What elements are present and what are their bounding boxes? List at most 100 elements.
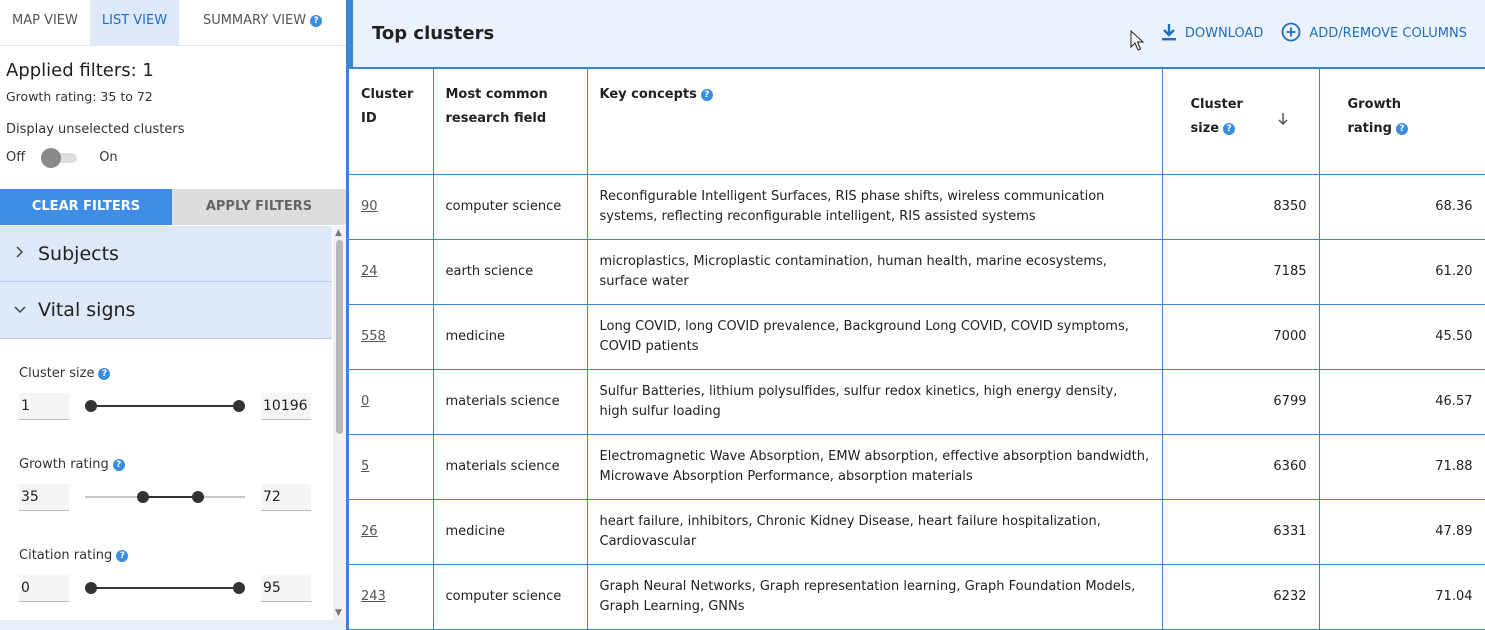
clear-filters-button[interactable]: CLEAR FILTERS	[0, 189, 172, 225]
help-icon[interactable]: ?	[700, 88, 713, 101]
tab-summary-view[interactable]: SUMMARY VIEW?	[179, 0, 346, 46]
help-icon[interactable]: ?	[112, 458, 125, 471]
display-unselected-toggle[interactable]	[41, 148, 79, 168]
help-icon[interactable]: ?	[1223, 122, 1236, 135]
slider-thumb-high[interactable]	[233, 582, 245, 594]
clusters-header: Top clusters DOWNLOAD ADD/REMOVE COLUMNS	[346, 0, 1485, 67]
column-header-key-concepts[interactable]: Key concepts?	[586, 67, 1163, 175]
table-header-row: Cluster ID Most common research field Key …	[349, 67, 1485, 175]
help-icon[interactable]: ?	[1395, 122, 1408, 135]
slider-label-text: Citation rating	[19, 548, 113, 563]
column-header-growth-rating[interactable]: Growth rating?	[1318, 67, 1485, 175]
cluster-id-link[interactable]: 26	[361, 524, 378, 539]
slider-growth-rating: Growth rating?	[19, 457, 311, 548]
table-row: 243 computer science Graph Neural Networks…	[349, 563, 1485, 630]
scroll-down-icon[interactable]: ▼	[335, 608, 342, 618]
slider-active-range	[91, 405, 239, 407]
applied-filters-detail: Growth rating: 35 to 72	[6, 89, 153, 104]
slider-thumb-high[interactable]	[191, 491, 204, 503]
scroll-up-icon[interactable]: ▲	[335, 228, 342, 238]
download-button[interactable]: DOWNLOAD	[1161, 23, 1263, 45]
cell-cluster-size: 6232	[1161, 563, 1320, 630]
citation-rating-min-input[interactable]	[19, 574, 69, 602]
slider-row	[19, 392, 311, 420]
cluster-id-link[interactable]: 243	[361, 589, 386, 604]
cell-cluster-size: 6331	[1161, 498, 1320, 565]
header-text: Key concepts	[599, 87, 697, 102]
filter-accordion: Subjects Vital signs	[0, 226, 332, 339]
slider-thumb-high[interactable]	[233, 400, 245, 412]
filter-scrollbar[interactable]: ▲ ▼	[333, 226, 346, 620]
view-tabs: MAP VIEW LIST VIEW SUMMARY VIEW?	[0, 0, 346, 46]
cluster-id-link[interactable]: 558	[361, 329, 386, 344]
add-remove-columns-button[interactable]: ADD/REMOVE COLUMNS	[1281, 22, 1467, 46]
cluster-id-link[interactable]: 0	[361, 394, 369, 409]
toggle-off-label: Off	[6, 149, 26, 165]
accordion-subjects[interactable]: Subjects	[0, 226, 332, 282]
cluster-size-max-input[interactable]	[261, 392, 311, 420]
header-text: ID	[361, 111, 377, 126]
help-icon[interactable]: ?	[98, 367, 111, 380]
header-text: Most common	[445, 87, 548, 102]
sort-descending-icon[interactable]	[1277, 111, 1289, 135]
cell-cluster-size: 6360	[1161, 433, 1320, 500]
citation-rating-max-input[interactable]	[261, 574, 311, 602]
slider-label: Citation rating?	[19, 548, 311, 566]
range-slider[interactable]	[85, 489, 245, 505]
cell-cluster-size: 7000	[1161, 303, 1320, 370]
table-row: 0 materials science Sulfur Batteries, lith…	[349, 368, 1485, 435]
cell-cluster-id: 24	[349, 238, 434, 305]
cell-key-concepts: Reconfigurable Intelligent Surfaces, RIS…	[586, 173, 1163, 240]
mouse-cursor-icon	[1130, 29, 1145, 56]
growth-rating-min-input[interactable]	[19, 483, 69, 511]
range-slider[interactable]	[85, 398, 245, 414]
slider-cluster-size: Cluster size?	[19, 366, 311, 457]
add-circle-icon	[1281, 22, 1301, 46]
growth-rating-max-input[interactable]	[261, 483, 311, 511]
help-icon[interactable]: ?	[310, 14, 323, 27]
table-row: 90 computer science Reconfigurable Intelli…	[349, 173, 1485, 240]
cell-cluster-id: 26	[349, 498, 434, 565]
column-header-research-field[interactable]: Most common research field	[432, 67, 588, 175]
table-row: 558 medicine Long COVID, long COVID preval…	[349, 303, 1485, 370]
tab-label: SUMMARY VIEW	[202, 13, 307, 28]
cluster-id-link[interactable]: 24	[361, 264, 378, 279]
panel-bottom-strip	[0, 620, 346, 630]
slider-active-range	[142, 496, 198, 498]
slider-thumb-low[interactable]	[85, 582, 97, 594]
cell-growth-rating: 71.88	[1318, 433, 1485, 500]
cell-key-concepts: Long COVID, long COVID prevalence, Backg…	[586, 303, 1163, 370]
cluster-size-min-input[interactable]	[19, 392, 69, 420]
tab-map-view[interactable]: MAP VIEW	[0, 0, 90, 46]
slider-thumb-low[interactable]	[85, 400, 97, 412]
tab-label: MAP VIEW	[12, 13, 78, 28]
cluster-id-link[interactable]: 90	[361, 199, 378, 214]
cell-research-field: earth science	[432, 238, 588, 305]
accordion-vital-signs[interactable]: Vital signs	[0, 282, 332, 339]
slider-citation-rating: Citation rating?	[19, 548, 311, 630]
cell-research-field: computer science	[432, 563, 588, 630]
vital-signs-sliders: Cluster size? Growth rating?	[19, 366, 311, 630]
toggle-on-label: On	[99, 149, 118, 165]
help-icon[interactable]: ?	[116, 549, 129, 562]
column-header-cluster-size[interactable]: Cluster size?	[1161, 67, 1320, 175]
clusters-table: Cluster ID Most common research field Key …	[349, 67, 1485, 630]
column-header-cluster-id[interactable]: Cluster ID	[349, 67, 434, 175]
cell-cluster-size: 6799	[1161, 368, 1320, 435]
scrollbar-thumb[interactable]	[336, 240, 343, 434]
cell-research-field: medicine	[432, 498, 588, 565]
header-text: size	[1190, 121, 1220, 136]
cell-cluster-id: 558	[349, 303, 434, 370]
toggle-knob[interactable]	[41, 148, 62, 168]
slider-label-text: Growth rating	[19, 457, 109, 472]
applied-filters: Applied filters: 1 Growth rating: 35 to …	[0, 46, 346, 168]
range-slider[interactable]	[85, 580, 245, 596]
cluster-id-link[interactable]: 5	[361, 459, 369, 474]
chevron-down-icon	[14, 302, 30, 318]
cell-cluster-id: 243	[349, 563, 434, 630]
tab-list-view[interactable]: LIST VIEW	[89, 0, 180, 46]
header-text: Cluster	[1190, 97, 1243, 112]
cell-research-field: materials science	[432, 433, 588, 500]
apply-filters-button[interactable]: APPLY FILTERS	[172, 189, 346, 225]
slider-thumb-low[interactable]	[136, 491, 149, 503]
